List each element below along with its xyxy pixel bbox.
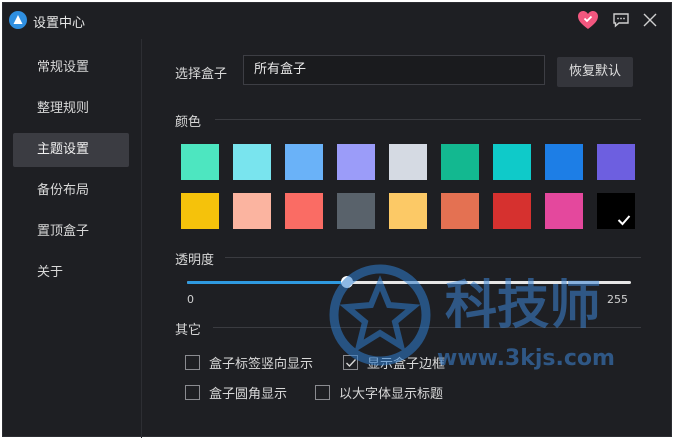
color-swatch[interactable] bbox=[285, 193, 323, 229]
opacity-divider bbox=[225, 257, 641, 258]
color-swatch-selected[interactable] bbox=[597, 193, 635, 229]
app-logo-icon bbox=[9, 11, 27, 29]
window-title: 设置中心 bbox=[33, 16, 86, 31]
color-swatch[interactable] bbox=[493, 144, 531, 180]
color-swatch[interactable] bbox=[181, 193, 219, 229]
show-border-text: 显示盒子边框 bbox=[367, 357, 446, 372]
opacity-label: 透明度 bbox=[175, 253, 215, 268]
opacity-slider-thumb[interactable] bbox=[341, 276, 354, 288]
show-border-checkbox[interactable] bbox=[343, 355, 358, 370]
color-swatch[interactable] bbox=[545, 193, 583, 229]
color-swatch[interactable] bbox=[493, 193, 531, 229]
title-bar: 设置中心 bbox=[3, 3, 671, 37]
rounded-corner-checkbox[interactable] bbox=[185, 385, 200, 400]
sidebar-divider bbox=[141, 39, 142, 438]
vertical-label-checkbox-row[interactable]: 盒子标签竖向显示 bbox=[185, 353, 313, 372]
opacity-slider[interactable] bbox=[187, 276, 631, 288]
close-icon[interactable] bbox=[641, 11, 659, 29]
rounded-corner-checkbox-row[interactable]: 盒子圆角显示 bbox=[185, 383, 287, 402]
show-border-checkbox-row[interactable]: 显示盒子边框 bbox=[343, 353, 445, 372]
color-swatch[interactable] bbox=[337, 144, 375, 180]
color-swatch[interactable] bbox=[597, 144, 635, 180]
rounded-corner-text: 盒子圆角显示 bbox=[209, 387, 288, 402]
sidebar-item-general[interactable]: 常规设置 bbox=[13, 51, 129, 85]
color-swatch[interactable] bbox=[441, 144, 479, 180]
color-swatch[interactable] bbox=[337, 193, 375, 229]
opacity-min-label: 0 bbox=[187, 293, 194, 306]
check-icon bbox=[617, 215, 631, 226]
site-watermark: 科技师 www.3kjs.com bbox=[325, 253, 655, 393]
settings-window: 设置中心 常规设置 整理规则 主题设置 备份布局 置顶盒子 关于 选择盒子 所有… bbox=[2, 2, 672, 438]
color-section-label: 颜色 bbox=[175, 115, 202, 130]
heart-icon[interactable] bbox=[577, 10, 599, 30]
color-swatch[interactable] bbox=[389, 193, 427, 229]
vertical-label-text: 盒子标签竖向显示 bbox=[209, 357, 314, 372]
color-swatch[interactable] bbox=[181, 144, 219, 180]
other-section-label: 其它 bbox=[175, 323, 202, 338]
box-select-dropdown[interactable]: 所有盒子 bbox=[243, 55, 545, 85]
opacity-max-label: 255 bbox=[607, 293, 628, 306]
vertical-label-checkbox[interactable] bbox=[185, 355, 200, 370]
sidebar-item-backup[interactable]: 备份布局 bbox=[13, 174, 129, 208]
color-section-divider bbox=[215, 119, 641, 120]
sidebar-item-pinned[interactable]: 置顶盒子 bbox=[13, 215, 129, 249]
box-select-label: 选择盒子 bbox=[175, 67, 228, 82]
feedback-icon[interactable] bbox=[612, 11, 630, 29]
color-swatch[interactable] bbox=[285, 144, 323, 180]
color-swatch[interactable] bbox=[233, 193, 271, 229]
sidebar-item-theme[interactable]: 主题设置 bbox=[13, 133, 129, 167]
color-swatch[interactable] bbox=[233, 144, 271, 180]
large-font-checkbox-row[interactable]: 以大字体显示标题 bbox=[315, 383, 443, 402]
color-swatch[interactable] bbox=[441, 193, 479, 229]
sidebar-item-rules[interactable]: 整理规则 bbox=[13, 92, 129, 126]
opacity-slider-fill bbox=[187, 281, 348, 284]
large-font-text: 以大字体显示标题 bbox=[339, 387, 444, 402]
color-swatch[interactable] bbox=[545, 144, 583, 180]
restore-default-button[interactable]: 恢复默认 bbox=[557, 57, 633, 87]
sidebar-item-about[interactable]: 关于 bbox=[13, 256, 129, 290]
color-swatch[interactable] bbox=[389, 144, 427, 180]
other-section-divider bbox=[213, 327, 641, 328]
watermark-url: www.3kjs.com bbox=[437, 346, 615, 371]
sidebar: 常规设置 整理规则 主题设置 备份布局 置顶盒子 关于 bbox=[3, 43, 139, 438]
large-font-checkbox[interactable] bbox=[315, 385, 330, 400]
